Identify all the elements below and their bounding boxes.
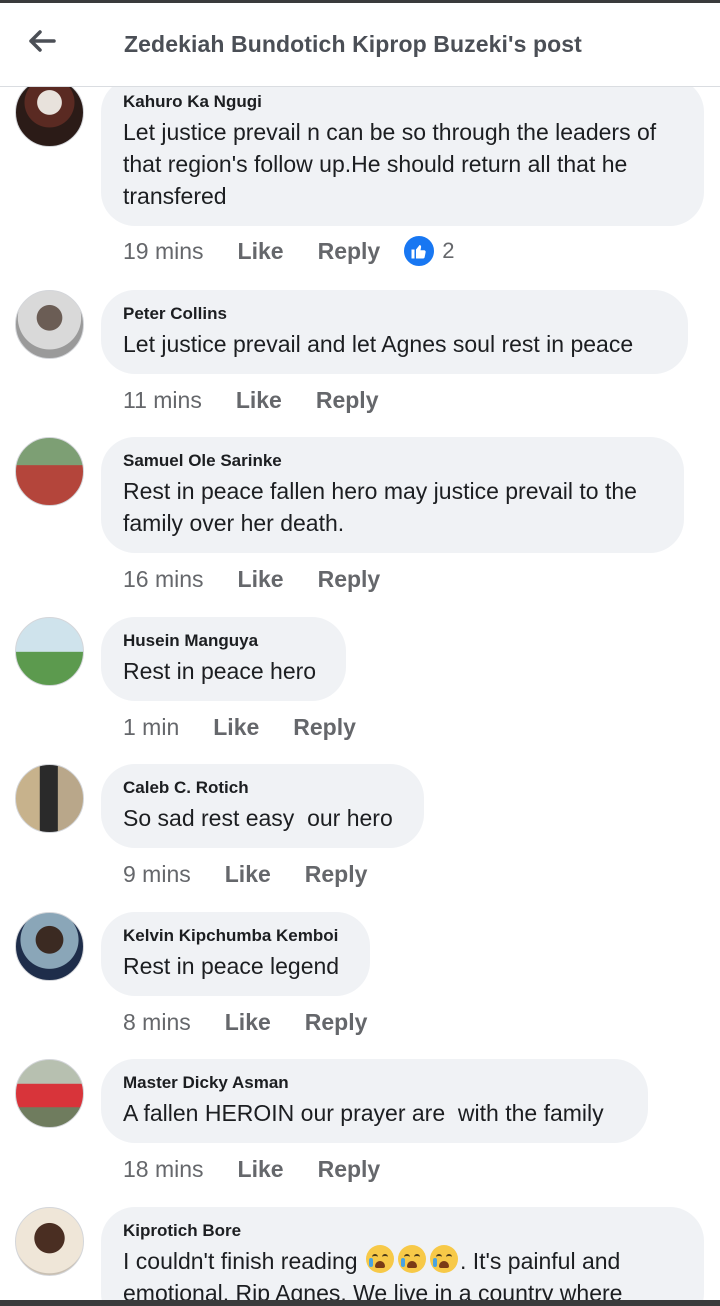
comment-list[interactable]: Kahuro Ka Ngugi Let justice prevail n ca… bbox=[0, 0, 720, 1306]
comment-author[interactable]: Kiprotich Bore bbox=[123, 1220, 682, 1242]
top-bar: Zedekiah Bundotich Kiprop Buzeki's post bbox=[0, 3, 720, 87]
back-button[interactable] bbox=[20, 21, 64, 61]
reaction-count: 2 bbox=[442, 238, 455, 263]
avatar[interactable] bbox=[15, 912, 84, 981]
arrow-left-icon bbox=[29, 30, 56, 52]
comment-time[interactable]: 1 min bbox=[123, 714, 179, 741]
comment-time[interactable]: 19 mins bbox=[123, 238, 204, 265]
comment-actions: 18 mins Like Reply bbox=[123, 1152, 414, 1186]
comment-author[interactable]: Kelvin Kipchumba Kemboi bbox=[123, 925, 348, 947]
thumbs-up-icon bbox=[402, 234, 437, 268]
avatar[interactable] bbox=[15, 764, 84, 833]
avatar[interactable] bbox=[15, 78, 84, 147]
comment-time[interactable]: 11 mins bbox=[123, 387, 202, 414]
like-button[interactable]: Like bbox=[225, 1009, 271, 1036]
reply-button[interactable]: Reply bbox=[293, 714, 356, 741]
reaction-summary[interactable]: 2 bbox=[402, 234, 454, 268]
reply-button[interactable]: Reply bbox=[318, 1156, 381, 1183]
comment-time[interactable]: 18 mins bbox=[123, 1156, 204, 1183]
like-button[interactable]: Like bbox=[238, 566, 284, 593]
comment-bubble: Kahuro Ka Ngugi Let justice prevail n ca… bbox=[101, 78, 704, 226]
comment-text: I couldn't finish reading . It's painful… bbox=[123, 1245, 682, 1306]
crying-face-icon bbox=[365, 1245, 394, 1273]
avatar[interactable] bbox=[15, 617, 84, 686]
comment-time[interactable]: 8 mins bbox=[123, 1009, 191, 1036]
reply-button[interactable]: Reply bbox=[318, 238, 381, 265]
comment-time[interactable]: 16 mins bbox=[123, 566, 204, 593]
comment-text: A fallen HEROIN our prayer are with the … bbox=[123, 1100, 604, 1126]
comment-bubble: Caleb C. Rotich So sad rest easy our her… bbox=[101, 764, 424, 848]
reply-button[interactable]: Reply bbox=[318, 566, 381, 593]
like-button[interactable]: Like bbox=[213, 714, 259, 741]
like-button[interactable]: Like bbox=[238, 1156, 284, 1183]
comment-bubble: Husein Manguya Rest in peace hero bbox=[101, 617, 346, 701]
comment-author[interactable]: Samuel Ole Sarinke bbox=[123, 450, 662, 472]
crying-face-icon bbox=[429, 1245, 458, 1273]
comment-author[interactable]: Peter Collins bbox=[123, 303, 666, 325]
comment-author[interactable]: Kahuro Ka Ngugi bbox=[123, 91, 682, 113]
comment-author[interactable]: Husein Manguya bbox=[123, 630, 324, 652]
like-button[interactable]: Like bbox=[238, 238, 284, 265]
avatar[interactable] bbox=[15, 437, 84, 506]
comment-bubble: Master Dicky Asman A fallen HEROIN our p… bbox=[101, 1059, 648, 1143]
page-title: Zedekiah Bundotich Kiprop Buzeki's post bbox=[124, 31, 582, 57]
comment-actions: 1 min Like Reply bbox=[123, 710, 390, 744]
comment-author[interactable]: Caleb C. Rotich bbox=[123, 777, 402, 799]
comment-actions: 9 mins Like Reply bbox=[123, 857, 401, 891]
comment-text: Rest in peace hero bbox=[123, 658, 317, 684]
comment-text-part: I couldn't finish reading bbox=[123, 1248, 364, 1274]
comment-text: Rest in peace legend bbox=[123, 953, 340, 979]
like-button[interactable]: Like bbox=[225, 861, 271, 888]
comment-text: Let justice prevail n can be so through … bbox=[123, 119, 663, 209]
avatar[interactable] bbox=[15, 1059, 84, 1128]
comment-text: Let justice prevail and let Agnes soul r… bbox=[123, 331, 634, 357]
comment-actions: 19 mins Like Reply 2 bbox=[123, 234, 454, 268]
comment-bubble: Peter Collins Let justice prevail and le… bbox=[101, 290, 688, 374]
comment-text: So sad rest easy our hero bbox=[123, 805, 393, 831]
comment-text: Rest in peace fallen hero may justice pr… bbox=[123, 478, 644, 536]
comment-time[interactable]: 9 mins bbox=[123, 861, 191, 888]
avatar[interactable] bbox=[15, 1207, 84, 1276]
reply-button[interactable]: Reply bbox=[316, 387, 379, 414]
reply-button[interactable]: Reply bbox=[305, 861, 368, 888]
comment-bubble: Kelvin Kipchumba Kemboi Rest in peace le… bbox=[101, 912, 370, 996]
reply-button[interactable]: Reply bbox=[305, 1009, 368, 1036]
crying-face-icon bbox=[397, 1245, 426, 1273]
comment-actions: 11 mins Like Reply bbox=[123, 383, 413, 417]
comment-author[interactable]: Master Dicky Asman bbox=[123, 1072, 626, 1094]
comment-bubble: Samuel Ole Sarinke Rest in peace fallen … bbox=[101, 437, 684, 553]
bottom-divider bbox=[0, 1300, 720, 1306]
like-button[interactable]: Like bbox=[236, 387, 282, 414]
comment-actions: 16 mins Like Reply bbox=[123, 562, 414, 596]
comment-bubble: Kiprotich Bore I couldn't finish reading… bbox=[101, 1207, 704, 1306]
avatar[interactable] bbox=[15, 290, 84, 359]
comment-actions: 8 mins Like Reply bbox=[123, 1005, 401, 1039]
